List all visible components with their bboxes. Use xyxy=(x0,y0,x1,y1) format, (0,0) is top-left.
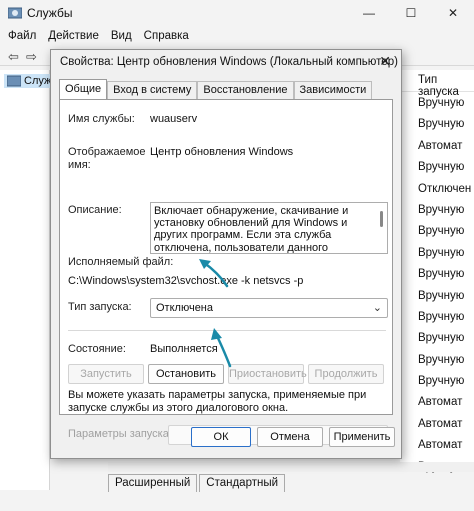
list-item[interactable]: Автомат xyxy=(418,417,471,438)
tab-general[interactable]: Общие xyxy=(59,79,108,99)
main-titlebar: Службы — ☐ ✕ xyxy=(0,0,474,26)
list-item[interactable]: Вручную xyxy=(418,224,471,245)
startup-type-value: Отключена xyxy=(156,302,213,314)
startup-type-column: Вручную Вручную Автомат Вручную Отключен… xyxy=(418,96,471,481)
close-icon[interactable]: ✕ xyxy=(432,0,474,26)
services-tree-icon xyxy=(7,75,21,87)
menu-file[interactable]: Файл xyxy=(8,30,36,42)
annotation-arrow-stop-icon xyxy=(211,328,232,368)
list-item[interactable]: Вручную xyxy=(418,117,471,138)
minimize-icon[interactable]: — xyxy=(348,0,390,26)
service-name-value: wuauserv xyxy=(150,113,198,125)
service-name-label: Имя службы: xyxy=(68,113,135,125)
display-name-label: Отображаемое имя: xyxy=(68,146,146,171)
apply-button[interactable]: Применить xyxy=(329,427,395,447)
tree-item-label: Служ xyxy=(24,75,52,87)
cancel-button[interactable]: Отмена xyxy=(257,427,323,447)
list-item[interactable]: Вручную xyxy=(418,353,471,374)
chevron-down-icon: ⌄ xyxy=(372,302,382,314)
tree-item-services[interactable]: Служ xyxy=(4,74,55,88)
resume-button[interactable]: Продолжить xyxy=(308,364,384,384)
annotation-arrow-startup-icon xyxy=(199,259,229,288)
services-app-icon xyxy=(8,7,22,19)
back-arrow-icon[interactable]: ⇦ xyxy=(8,49,19,65)
menu-view[interactable]: Вид xyxy=(111,30,132,42)
view-tabs: Расширенный Стандартный xyxy=(108,474,287,492)
list-item[interactable]: Вручную xyxy=(418,289,471,310)
list-item[interactable]: Автомат xyxy=(418,438,471,459)
tab-standard[interactable]: Стандартный xyxy=(199,474,286,492)
list-item[interactable]: Вручную xyxy=(418,96,471,117)
display-name-value: Центр обновления Windows xyxy=(150,146,294,158)
list-item[interactable]: Вручную xyxy=(418,246,471,267)
service-properties-dialog: Свойства: Центр обновления Windows (Лока… xyxy=(50,49,402,459)
dialog-title: Свойства: Центр обновления Windows (Лока… xyxy=(60,56,398,68)
tab-extended[interactable]: Расширенный xyxy=(108,474,198,492)
description-label: Описание: xyxy=(68,204,122,216)
dialog-titlebar: Свойства: Центр обновления Windows (Лока… xyxy=(51,50,401,74)
service-state-label: Состояние: xyxy=(68,343,126,355)
list-item[interactable]: Вручную xyxy=(418,203,471,224)
start-button[interactable]: Запустить xyxy=(68,364,144,384)
executable-label: Исполняемый файл: xyxy=(68,256,174,268)
startup-type-select[interactable]: Отключена ⌄ xyxy=(150,298,388,318)
column-header-startup-type[interactable]: Тип запуска xyxy=(400,70,474,98)
tree-pane: Служ xyxy=(0,70,55,490)
list-item[interactable]: Вручную xyxy=(418,160,471,181)
dialog-tabs: Общие Вход в систему Восстановление Зави… xyxy=(59,79,373,99)
list-item[interactable]: Вручную xyxy=(418,331,471,352)
tab-logon[interactable]: Вход в систему xyxy=(107,81,198,99)
description-textbox[interactable]: Включает обнаружение, скачивание и устан… xyxy=(150,202,388,254)
maximize-icon[interactable]: ☐ xyxy=(390,0,432,26)
main-window-title: Службы xyxy=(27,6,73,20)
list-item[interactable]: Автомат xyxy=(418,395,471,416)
list-item[interactable]: Автомат xyxy=(418,139,471,160)
dialog-close-icon[interactable]: ✕ xyxy=(379,53,391,70)
list-item[interactable]: Вручную xyxy=(418,310,471,331)
forward-arrow-icon[interactable]: ⇨ xyxy=(26,49,37,65)
tab-recovery[interactable]: Восстановление xyxy=(197,81,294,99)
start-params-note: Вы можете указать параметры запуска, при… xyxy=(68,389,367,414)
description-scrollbar[interactable] xyxy=(375,203,387,253)
description-text: Включает обнаружение, скачивание и устан… xyxy=(154,205,349,254)
menu-action[interactable]: Действие xyxy=(48,30,99,42)
menu-help[interactable]: Справка xyxy=(144,30,189,42)
list-item[interactable]: Вручную xyxy=(418,267,471,288)
tab-dependencies[interactable]: Зависимости xyxy=(293,81,373,99)
startup-type-label: Тип запуска: xyxy=(68,301,132,313)
start-params-label: Параметры запуска: xyxy=(68,428,172,440)
executable-path: C:\Windows\system32\svchost.exe -k netsv… xyxy=(68,275,304,287)
list-item[interactable]: Отключен xyxy=(418,182,471,203)
menubar: Файл Действие Вид Справка xyxy=(0,26,474,46)
list-item[interactable]: Вручную xyxy=(418,374,471,395)
ok-button[interactable]: ОК xyxy=(191,427,251,447)
horizontal-scrollbar[interactable] xyxy=(108,462,474,472)
